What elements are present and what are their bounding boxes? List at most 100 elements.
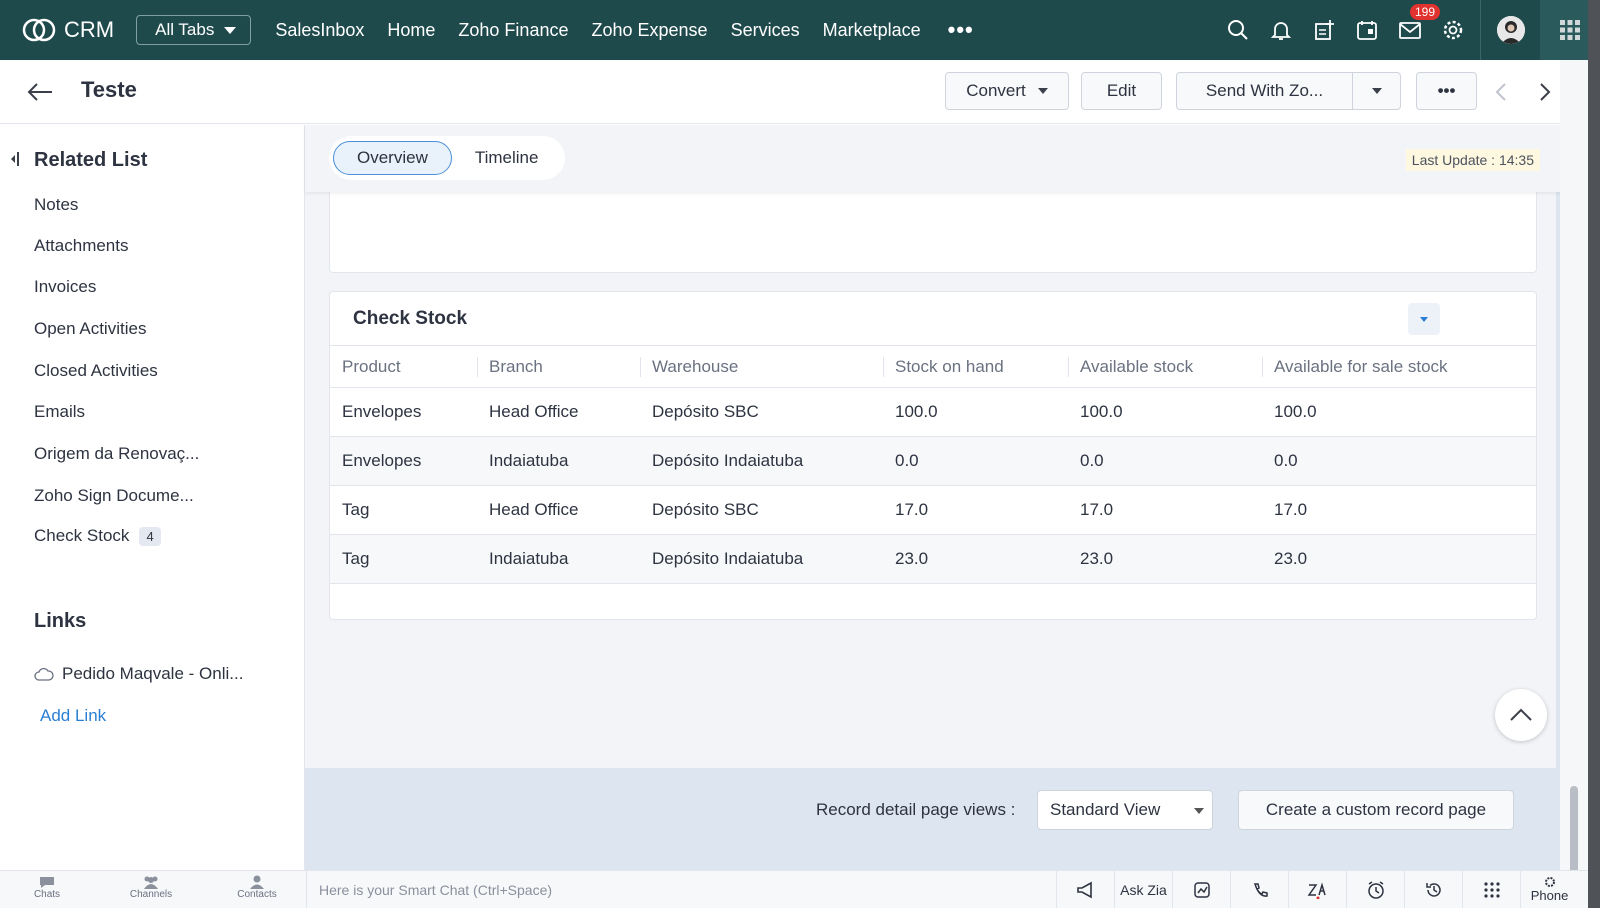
more-actions-button[interactable]: •••: [1416, 72, 1477, 110]
zia-button[interactable]: [1288, 871, 1346, 908]
collapse-panel-button[interactable]: [8, 151, 20, 172]
bottom-tab-chats[interactable]: Chats: [17, 875, 77, 900]
send-with-button[interactable]: Send With Zo...: [1177, 73, 1353, 109]
zoho-logo-icon: [22, 18, 56, 42]
dialpad-button[interactable]: [1462, 871, 1520, 908]
next-record-button[interactable]: [1537, 82, 1553, 107]
nav-link-salesinbox[interactable]: SalesInbox: [275, 20, 364, 41]
related-item-origem-da-renovacao[interactable]: Origem da Renovaç...: [34, 444, 199, 464]
vertical-scrollbar[interactable]: [1560, 60, 1588, 878]
chart-icon: [1193, 881, 1210, 898]
related-item-zoho-sign-documents[interactable]: Zoho Sign Docume...: [34, 486, 194, 506]
create-custom-record-page-button[interactable]: Create a custom record page: [1238, 790, 1514, 830]
column-header-available-stock[interactable]: Available stock: [1068, 345, 1262, 388]
bottom-tab-contacts[interactable]: Contacts: [227, 875, 287, 900]
related-item-label: Notes: [34, 195, 79, 214]
user-photo-icon: [1496, 16, 1525, 44]
all-tabs-dropdown[interactable]: All Tabs: [136, 15, 252, 45]
send-with-dropdown[interactable]: [1353, 73, 1400, 109]
related-item-emails[interactable]: Emails: [34, 402, 85, 422]
cell-available-for-sale: 17.0: [1262, 485, 1536, 535]
link-item[interactable]: Pedido Maqvale - Onli...: [34, 664, 243, 684]
arrow-left-icon: [27, 83, 52, 101]
column-header-warehouse[interactable]: Warehouse: [640, 345, 883, 388]
edit-button[interactable]: Edit: [1081, 72, 1162, 110]
nav-link-home[interactable]: Home: [387, 20, 435, 41]
cell-branch: Head Office: [477, 387, 640, 437]
bottom-tab-channels[interactable]: Channels: [121, 875, 181, 900]
notifications-button[interactable]: [1259, 0, 1302, 60]
cell-product: Tag: [330, 534, 477, 584]
column-header-branch[interactable]: Branch: [477, 345, 640, 388]
related-item-label: Attachments: [34, 236, 129, 255]
previous-record-button[interactable]: [1494, 82, 1510, 107]
convert-label: Convert: [966, 81, 1026, 100]
nav-link-marketplace[interactable]: Marketplace: [823, 20, 921, 41]
record-views-label: Record detail page views :: [816, 800, 1016, 819]
nav-more-button[interactable]: •••: [948, 17, 974, 43]
signals-button[interactable]: [1230, 871, 1288, 908]
table-row[interactable]: Tag Indaiatuba Depósito Indaiatuba 23.0 …: [330, 534, 1536, 584]
scroll-to-top-button[interactable]: [1495, 689, 1547, 741]
convert-button[interactable]: Convert: [945, 72, 1069, 110]
bottom-tab-label: Channels: [129, 889, 173, 900]
table-row[interactable]: Tag Head Office Depósito SBC 17.0 17.0 1…: [330, 485, 1536, 535]
nav-link-zoho-finance[interactable]: Zoho Finance: [458, 20, 568, 41]
cell-available-stock: 0.0: [1068, 436, 1262, 486]
add-link-button[interactable]: Add Link: [40, 706, 106, 726]
back-button[interactable]: [26, 80, 54, 109]
related-item-label: Zoho Sign Docume...: [34, 486, 194, 505]
column-header-product[interactable]: Product: [330, 345, 477, 388]
related-item-open-activities[interactable]: Open Activities: [34, 319, 146, 339]
table-row[interactable]: Envelopes Indaiatuba Depósito Indaiatuba…: [330, 436, 1536, 486]
main-area: Check Stock Product Branch Warehouse Sto…: [305, 125, 1588, 870]
ask-zia-button[interactable]: Ask Zia: [1114, 871, 1172, 908]
announcements-button[interactable]: [1056, 871, 1114, 908]
related-item-closed-activities[interactable]: Closed Activities: [34, 361, 158, 381]
settings-button[interactable]: [1431, 0, 1474, 60]
related-item-notes[interactable]: Notes: [34, 195, 78, 215]
related-list-panel: Related List Notes Attachments Invoices …: [0, 125, 305, 870]
tab-overview[interactable]: Overview: [333, 141, 452, 175]
chevron-down-icon: [224, 26, 237, 34]
nav-link-zoho-expense[interactable]: Zoho Expense: [591, 20, 707, 41]
mail-button[interactable]: 199: [1388, 0, 1441, 60]
scrollbar-thumb[interactable]: [1570, 786, 1578, 878]
cell-product: Tag: [330, 485, 477, 535]
cell-stock-on-hand: 100.0: [883, 387, 1068, 437]
related-item-label: Origem da Renovaç...: [34, 444, 200, 463]
megaphone-icon: [1076, 881, 1092, 898]
calendar-button[interactable]: [1345, 0, 1388, 60]
related-item-label: Open Activities: [34, 319, 147, 338]
related-item-attachments[interactable]: Attachments: [34, 236, 129, 256]
search-button[interactable]: [1216, 0, 1259, 60]
smart-chat-input[interactable]: Here is your Smart Chat (Ctrl+Space): [306, 871, 1056, 908]
nav-link-services[interactable]: Services: [731, 20, 800, 41]
related-item-invoices[interactable]: Invoices: [34, 277, 96, 297]
section-collapse-button[interactable]: [1408, 303, 1440, 335]
tab-timeline[interactable]: Timeline: [452, 141, 562, 175]
related-item-check-stock[interactable]: Check Stock 4: [34, 526, 161, 546]
cell-available-for-sale: 0.0: [1262, 436, 1536, 486]
record-header: Teste Convert Edit Send With Zo... •••: [0, 60, 1588, 124]
avatar: [1496, 16, 1525, 44]
avatar-button[interactable]: [1480, 0, 1540, 60]
cell-available-stock: 17.0: [1068, 485, 1262, 535]
last-update-label: Last Update : 14:35: [1405, 149, 1540, 171]
history-button[interactable]: [1404, 871, 1462, 908]
table-row[interactable]: Envelopes Head Office Depósito SBC 100.0…: [330, 387, 1536, 437]
crm-logo[interactable]: CRM: [22, 17, 114, 43]
column-header-available-for-sale-stock[interactable]: Available for sale stock: [1262, 345, 1536, 388]
column-header-stock-on-hand[interactable]: Stock on hand: [883, 345, 1068, 388]
quick-create-button[interactable]: [1302, 0, 1345, 60]
phone-label: Phone: [1530, 888, 1569, 903]
cell-available-for-sale: 23.0: [1262, 534, 1536, 584]
reminders-button[interactable]: [1346, 871, 1404, 908]
cell-branch: Indaiatuba: [477, 534, 640, 584]
record-view-select[interactable]: Standard View: [1037, 790, 1213, 830]
edit-label: Edit: [1106, 81, 1137, 100]
cell-stock-on-hand: 23.0: [883, 534, 1068, 584]
chevron-down-icon: [1371, 88, 1382, 94]
phone-settings-button[interactable]: Phone: [1520, 871, 1578, 908]
analytics-button[interactable]: [1172, 871, 1230, 908]
